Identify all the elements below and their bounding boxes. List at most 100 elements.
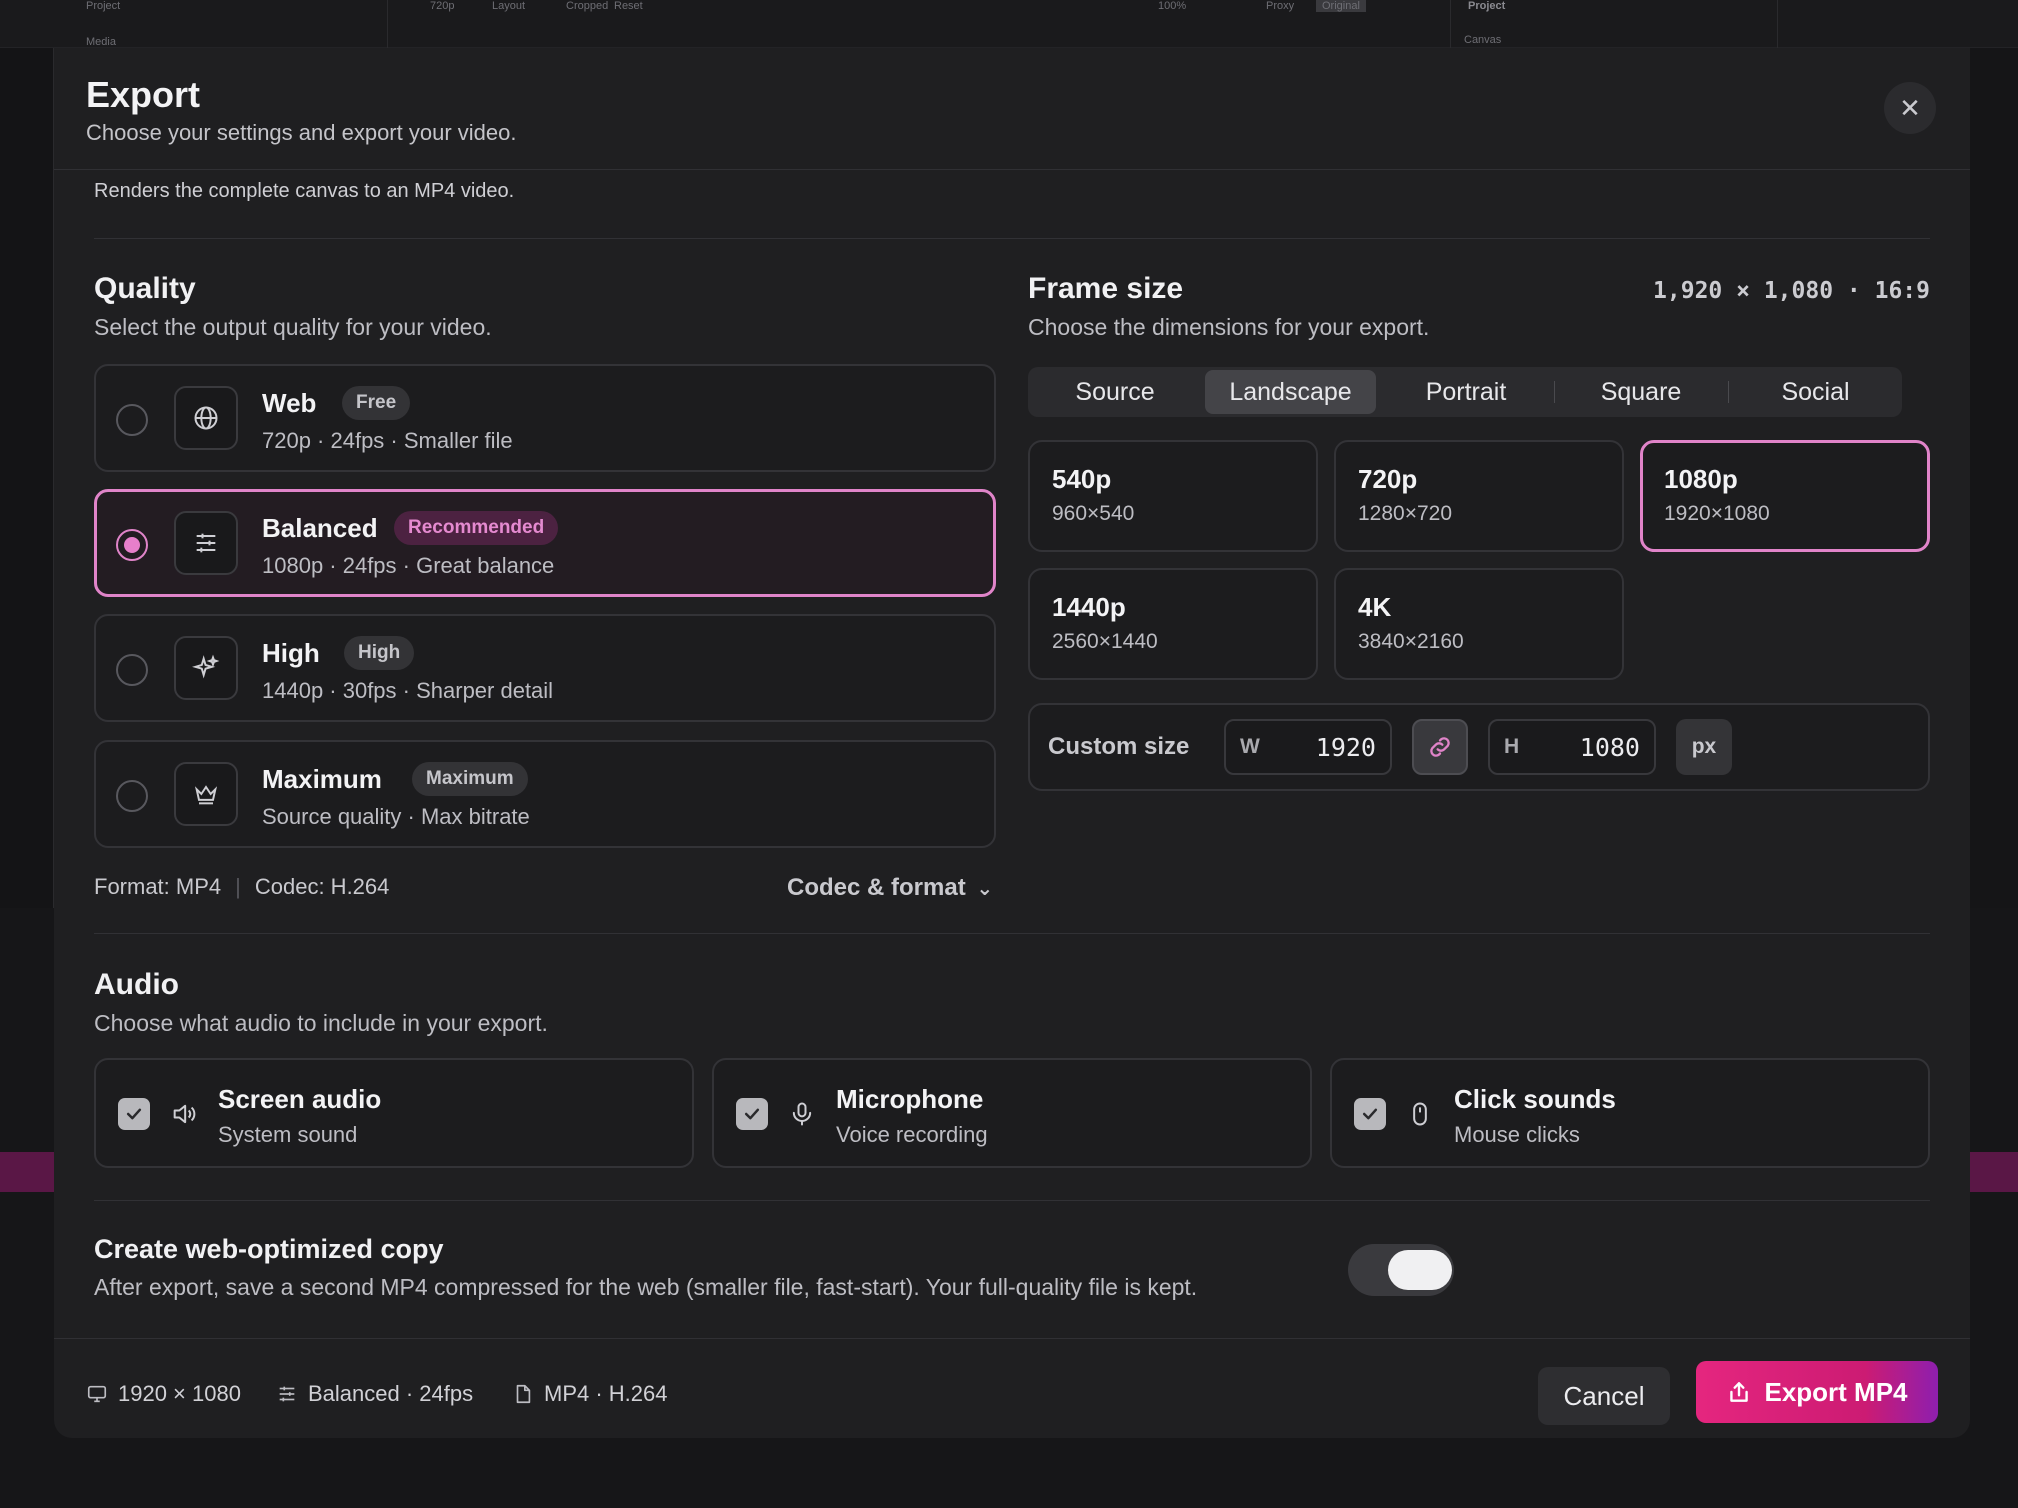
quality-radio-balanced[interactable]: [116, 529, 148, 561]
export-mp4-button[interactable]: Export MP4: [1696, 1361, 1938, 1423]
preset-name: 1440p: [1052, 592, 1126, 622]
file-icon: [516, 1384, 531, 1404]
quality-name: Balanced: [262, 513, 378, 543]
bg-layout-label: Layout: [492, 0, 526, 12]
quality-subtitle: Select the output quality for your video…: [94, 314, 492, 340]
unit-button[interactable]: px: [1676, 719, 1732, 775]
quality-radio-high[interactable]: [116, 654, 148, 686]
background-toolbar: Project 720p Layout Cropped Reset 100% P…: [0, 0, 2018, 48]
close-icon: ✕: [1899, 93, 1921, 123]
sliders-icon: [174, 511, 238, 575]
upload-icon: [1730, 1382, 1749, 1402]
microphone-checkbox[interactable]: [736, 1098, 768, 1130]
cancel-button[interactable]: Cancel: [1538, 1367, 1670, 1425]
quality-detail: 1080p · 24fps · Great balance: [262, 553, 555, 578]
monitor-icon: [87, 1385, 107, 1403]
width-prefix: W: [1240, 735, 1260, 758]
audio-option-screen[interactable]: Screen audio System sound: [94, 1058, 694, 1168]
speaker-icon: [168, 1098, 200, 1130]
height-value: 1080: [1579, 733, 1640, 762]
divider: [94, 238, 1930, 239]
background-clip-right: [1970, 1152, 2018, 1192]
frame-size-title: Frame size: [1028, 272, 1184, 305]
bg-quality-label: 720p: [430, 0, 455, 12]
tab-portrait[interactable]: Portrait: [1379, 370, 1553, 414]
quality-option-high[interactable]: High High 1440p · 30fps · Sharper detail: [94, 614, 996, 722]
preset-name: 1080p: [1664, 464, 1738, 494]
frame-dimensions: 1,920 × 1,080 · 16:9: [1653, 278, 1930, 304]
width-input[interactable]: W 1920: [1224, 719, 1392, 775]
link-aspect-button[interactable]: [1412, 719, 1468, 775]
audio-name: Screen audio: [218, 1084, 382, 1114]
bg-canvas-label: Canvas: [1464, 34, 1502, 46]
click-sounds-checkbox[interactable]: [1354, 1098, 1386, 1130]
check-icon: [126, 1108, 142, 1120]
audio-option-microphone[interactable]: Microphone Voice recording: [712, 1058, 1312, 1168]
toggle-knob: [1388, 1250, 1452, 1290]
footer-format: MP4 · H.264: [512, 1381, 668, 1407]
quality-title: Quality: [94, 272, 196, 305]
quality-option-balanced[interactable]: Balanced Recommended 1080p · 24fps · Gre…: [94, 489, 996, 597]
tab-landscape[interactable]: Landscape: [1205, 370, 1376, 414]
audio-sub: Mouse clicks: [1454, 1122, 1580, 1147]
codec-format-label: Codec & format: [787, 874, 966, 901]
height-input[interactable]: H 1080: [1488, 719, 1656, 775]
bg-original-label: Original: [1316, 0, 1366, 12]
preset-resolution: 1920×1080: [1664, 502, 1770, 525]
format-separator: |: [235, 874, 241, 899]
screen-audio-checkbox[interactable]: [118, 1098, 150, 1130]
custom-size-panel: Custom size W 1920 H 1080 px: [1028, 703, 1930, 791]
recommended-badge: Recommended: [394, 511, 559, 545]
preset-name: 720p: [1358, 464, 1418, 494]
tab-social[interactable]: Social: [1729, 370, 1902, 414]
audio-subtitle: Choose what audio to include in your exp…: [94, 1010, 548, 1036]
globe-icon: [174, 386, 238, 450]
audio-sub: Voice recording: [836, 1122, 988, 1147]
preset-1440p[interactable]: 1440p 2560×1440: [1028, 568, 1318, 680]
close-button[interactable]: ✕: [1884, 82, 1936, 134]
bg-zoom-label: 100%: [1158, 0, 1187, 12]
web-copy-title: Create web-optimized copy: [94, 1234, 444, 1264]
bg-right-project: Project: [1468, 0, 1506, 12]
audio-option-click-sounds[interactable]: Click sounds Mouse clicks: [1330, 1058, 1930, 1168]
background-clip: [0, 1152, 54, 1192]
quality-name: High: [262, 638, 320, 668]
preset-1080p[interactable]: 1080p 1920×1080: [1640, 440, 1930, 552]
background-sidebar: [0, 48, 54, 908]
dialog-footer: 1920 × 1080 Balanced · 24fps MP4 · H.264…: [54, 1338, 1970, 1438]
dialog-title: Export: [86, 74, 201, 115]
quality-option-web[interactable]: Web Free 720p · 24fps · Smaller file: [94, 364, 996, 472]
check-icon: [1362, 1108, 1378, 1120]
divider: [94, 933, 1930, 934]
sliders-icon: [279, 1386, 295, 1402]
tab-source[interactable]: Source: [1028, 370, 1202, 414]
tab-square[interactable]: Square: [1555, 370, 1727, 414]
export-description: Renders the complete canvas to an MP4 vi…: [94, 180, 515, 202]
audio-sub: System sound: [218, 1122, 358, 1147]
quality-name: Web: [262, 388, 317, 418]
quality-radio-maximum[interactable]: [116, 780, 148, 812]
footer-quality-text: Balanced · 24fps: [308, 1381, 474, 1406]
audio-title: Audio: [94, 968, 179, 1001]
quality-detail: Source quality · Max bitrate: [262, 804, 530, 829]
preset-name: 4K: [1358, 592, 1392, 622]
dialog-header: Export Choose your settings and export y…: [54, 48, 1970, 170]
bg-reset-label: Reset: [614, 0, 643, 12]
quality-name: Maximum: [262, 764, 382, 794]
quality-option-maximum[interactable]: Maximum Maximum Source quality · Max bit…: [94, 740, 996, 848]
export-label: Export MP4: [1764, 1376, 1908, 1407]
preset-720p[interactable]: 720p 1280×720: [1334, 440, 1624, 552]
bg-cropped-label: Cropped: [566, 0, 609, 12]
preset-540p[interactable]: 540p 960×540: [1028, 440, 1318, 552]
preset-resolution: 2560×1440: [1052, 630, 1158, 653]
quality-radio-web[interactable]: [116, 404, 148, 436]
chevron-down-icon: ⌄: [976, 878, 994, 900]
quality-detail: 720p · 24fps · Smaller file: [262, 428, 513, 453]
preset-name: 540p: [1052, 464, 1112, 494]
audio-name: Microphone: [836, 1084, 984, 1114]
web-copy-toggle[interactable]: [1348, 1244, 1454, 1296]
preset-4k[interactable]: 4K 3840×2160: [1334, 568, 1624, 680]
codec-label: Codec: H.264: [254, 874, 390, 899]
footer-resolution: 1920 × 1080: [86, 1381, 241, 1407]
codec-format-link[interactable]: Codec & format ⌄: [787, 874, 993, 902]
